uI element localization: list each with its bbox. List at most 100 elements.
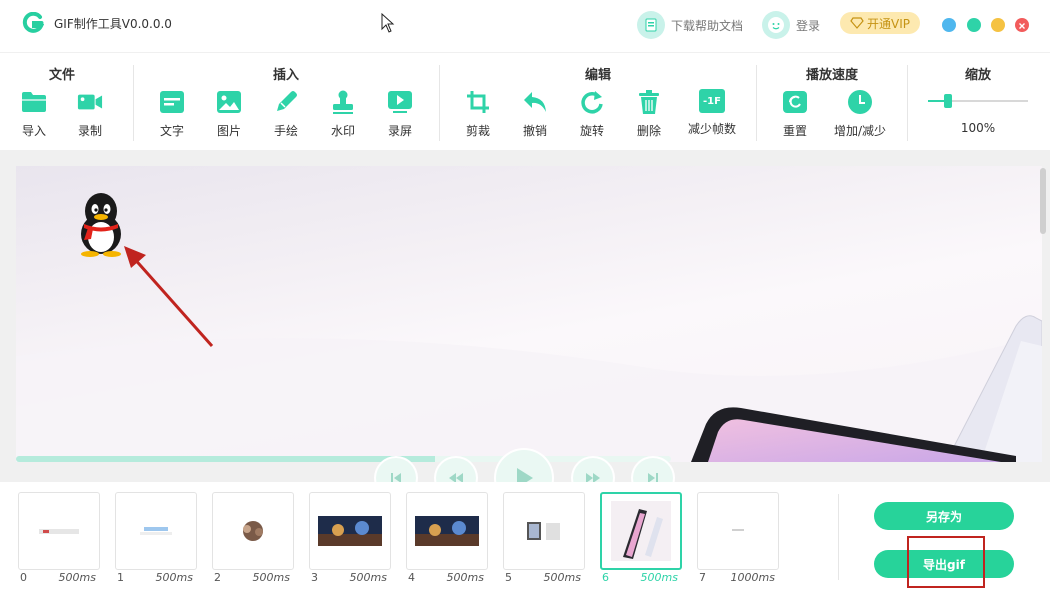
vip-button[interactable]: 开通VIP xyxy=(840,12,920,34)
group-title-zoom: 缩放 xyxy=(964,68,991,83)
group-title-edit: 编辑 xyxy=(584,68,611,83)
close-button[interactable] xyxy=(1015,18,1029,32)
frame-index: 5 xyxy=(505,571,512,584)
frame-thumbnail[interactable] xyxy=(697,492,779,570)
app-logo-icon xyxy=(22,12,44,33)
frame-image xyxy=(243,521,263,541)
watermark-button[interactable]: 水印 xyxy=(315,89,371,139)
rotate-button[interactable]: 旋转 xyxy=(564,89,620,139)
login-button[interactable]: 登录 xyxy=(762,10,820,40)
frame-duration[interactable]: 500ms xyxy=(230,571,290,584)
title-bar: GIF制作工具V0.0.0.0 下载帮助文档 登录 开通VIP xyxy=(0,0,1050,50)
toolbar-divider xyxy=(756,65,757,141)
frame-strip: 0 500ms 1 500ms 2 500ms 3 500ms 4 500ms … xyxy=(0,482,1050,600)
crop-label: 剪裁 xyxy=(465,124,490,138)
frame-thumbnail[interactable] xyxy=(503,492,585,570)
help-docs-button[interactable]: 下载帮助文档 xyxy=(637,10,743,40)
group-title-insert: 插入 xyxy=(272,68,299,83)
pen-icon xyxy=(273,89,299,115)
group-title-speed: 播放速度 xyxy=(805,68,858,83)
image-icon xyxy=(216,89,242,115)
frame-thumbnail[interactable] xyxy=(406,492,488,570)
insert-text-button[interactable]: 文字 xyxy=(144,89,200,139)
frame-index: 7 xyxy=(699,571,706,584)
screen-record-label: 录屏 xyxy=(387,124,412,138)
undo-icon xyxy=(522,89,548,115)
save-as-button[interactable]: 另存为 xyxy=(874,502,1014,530)
maximize-button[interactable] xyxy=(991,18,1005,32)
insert-image-label: 图片 xyxy=(216,124,241,138)
help-docs-label: 下载帮助文档 xyxy=(671,18,744,33)
folder-icon xyxy=(21,89,47,115)
close-icon xyxy=(1019,23,1025,29)
reset-speed-button[interactable]: 重置 xyxy=(767,89,823,139)
draw-button[interactable]: 手绘 xyxy=(258,89,314,139)
zoom-value: 100% xyxy=(960,121,996,135)
reduce-frames-label: 减少帧数 xyxy=(687,122,736,136)
frame-thumbnail[interactable] xyxy=(115,492,197,570)
record-button[interactable]: 录制 xyxy=(62,89,118,139)
frame-strip-divider xyxy=(838,494,839,580)
playback-progress-bar[interactable] xyxy=(16,456,671,462)
draw-label: 手绘 xyxy=(273,124,298,138)
frame-image xyxy=(611,501,671,561)
adjust-speed-button[interactable]: 增加/减少 xyxy=(832,89,888,139)
trash-icon xyxy=(636,89,662,115)
insert-image-button[interactable]: 图片 xyxy=(201,89,257,139)
frame-image xyxy=(415,516,479,546)
vertical-scrollbar[interactable] xyxy=(1040,168,1046,234)
frame-index: 1 xyxy=(117,571,124,584)
minimize-button[interactable] xyxy=(967,18,981,32)
insert-text-label: 文字 xyxy=(159,124,184,138)
delete-button[interactable]: 删除 xyxy=(621,89,677,139)
user-avatar-icon xyxy=(762,11,790,39)
frame-thumbnail[interactable] xyxy=(18,492,100,570)
frame-duration[interactable]: 500ms xyxy=(327,571,387,584)
skin-icon[interactable] xyxy=(942,18,956,32)
reduce-frames-button[interactable]: -1F 减少帧数 xyxy=(684,89,740,137)
zoom-slider-handle[interactable] xyxy=(944,94,952,108)
stamp-icon xyxy=(330,89,356,115)
watermark-label: 水印 xyxy=(330,124,355,138)
frame-image xyxy=(732,529,744,531)
group-title-file: 文件 xyxy=(48,68,75,83)
crop-button[interactable]: 剪裁 xyxy=(450,89,506,139)
vip-label: 开通VIP xyxy=(867,16,910,31)
frame-duration[interactable]: 500ms xyxy=(133,571,193,584)
main-toolbar: 文件 插入 编辑 播放速度 缩放 导入 录制 文字 图片 手绘 水印 录屏 剪裁… xyxy=(0,52,1050,148)
frame-duration[interactable]: 500ms xyxy=(36,571,96,584)
frame-index: 3 xyxy=(311,571,318,584)
annotation-arrow xyxy=(124,246,214,347)
undo-label: 撤销 xyxy=(522,124,547,138)
frame-thumbnail[interactable] xyxy=(309,492,391,570)
frame-thumbnail[interactable] xyxy=(212,492,294,570)
gif-preview-canvas[interactable] xyxy=(16,166,1042,462)
delete-label: 删除 xyxy=(636,124,661,138)
frame-duration-selected[interactable]: 500ms xyxy=(618,571,678,584)
frame-index: 0 xyxy=(20,571,27,584)
frame-image xyxy=(318,516,382,546)
frame-image xyxy=(39,529,79,534)
minus-frame-icon-text: -1F xyxy=(703,95,721,107)
undo-button[interactable]: 撤销 xyxy=(507,89,563,139)
frame-index: 4 xyxy=(408,571,415,584)
app-title: GIF制作工具V0.0.0.0 xyxy=(54,17,172,31)
frame-duration[interactable]: 500ms xyxy=(521,571,581,584)
canvas-area xyxy=(0,150,1050,482)
screen-record-button[interactable]: 录屏 xyxy=(372,89,428,139)
frame-thumbnail-selected[interactable] xyxy=(600,492,682,570)
reset-speed-label: 重置 xyxy=(782,124,807,138)
frame-duration[interactable]: 1000ms xyxy=(715,571,775,584)
minus-frame-icon: -1F xyxy=(699,89,725,113)
frame-index-selected: 6 xyxy=(602,571,609,584)
record-label: 录制 xyxy=(77,124,102,138)
frame-index: 2 xyxy=(214,571,221,584)
play-screen-icon xyxy=(387,89,413,115)
frame-image xyxy=(527,522,560,540)
import-button[interactable]: 导入 xyxy=(6,89,62,139)
frame-duration[interactable]: 500ms xyxy=(424,571,484,584)
login-label: 登录 xyxy=(796,18,821,33)
text-icon xyxy=(159,89,185,115)
clock-icon xyxy=(847,89,873,115)
mouse-cursor-icon xyxy=(381,13,395,33)
